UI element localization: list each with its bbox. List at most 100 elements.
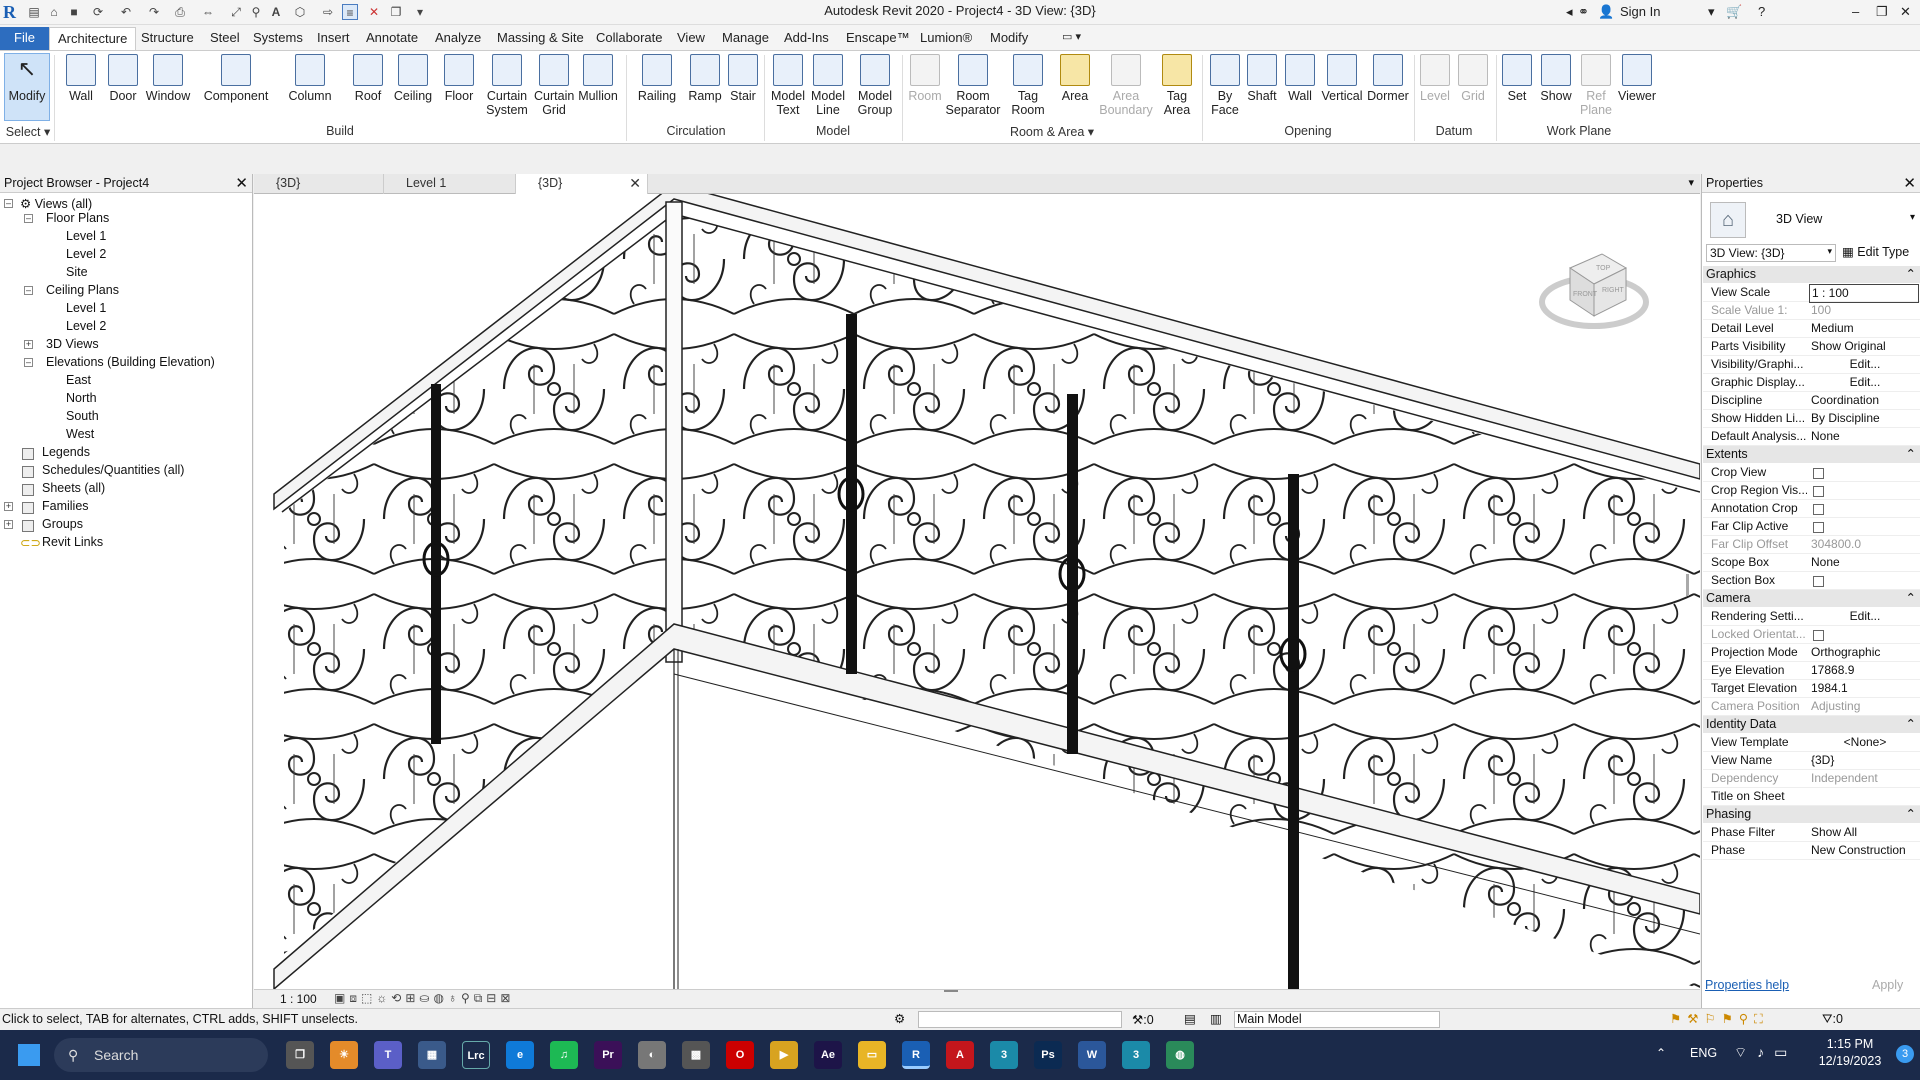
editable-count[interactable]: ⚒:0 <box>1132 1012 1154 1027</box>
ceiling-button[interactable]: Ceiling <box>392 54 434 103</box>
exclude-options-icon[interactable]: ▥ <box>1210 1011 1222 1026</box>
close-hidden-icon[interactable]: ✕ <box>366 4 382 20</box>
property-row[interactable]: Section Box <box>1703 572 1920 590</box>
workset-dropdown[interactable] <box>918 1011 1122 1028</box>
sketch-icon[interactable]: ▩ <box>682 1041 710 1069</box>
property-value[interactable]: Edit... <box>1809 356 1919 373</box>
property-value[interactable]: Show Original <box>1809 338 1919 355</box>
property-row[interactable]: Detail Level Medium <box>1703 320 1920 338</box>
set-work-plane-button[interactable]: Set <box>1500 54 1534 103</box>
tree-item-north[interactable]: North <box>66 391 97 405</box>
collapse-toggle[interactable]: – <box>24 214 33 223</box>
property-checkbox[interactable] <box>1813 504 1824 515</box>
lightroom-icon[interactable]: Lrc <box>462 1041 490 1069</box>
tab-view[interactable]: View <box>669 27 713 50</box>
edge-icon[interactable]: e <box>506 1041 534 1069</box>
property-row[interactable]: Far Clip Active <box>1703 518 1920 536</box>
property-row[interactable]: Scale Value 1: 100 <box>1703 302 1920 320</box>
show-hidden-icons[interactable]: ⌃ <box>1656 1046 1666 1060</box>
selection-toggle-icons[interactable]: ⚑⚒⚐⚑⚲⛶ <box>1670 1011 1769 1027</box>
opening-wall-button[interactable]: Wall <box>1282 54 1318 103</box>
tab-lumion[interactable]: Lumion® <box>912 27 980 50</box>
design-option-dropdown[interactable]: Main Model <box>1234 1011 1440 1028</box>
tree-item-south[interactable]: South <box>66 409 99 423</box>
close-icon[interactable]: ✕ <box>1903 174 1916 192</box>
close-window-icon[interactable]: ✕ <box>1900 4 1911 20</box>
property-checkbox[interactable] <box>1813 486 1824 497</box>
teams-icon[interactable]: T <box>374 1041 402 1069</box>
property-value[interactable]: {3D} <box>1809 752 1919 769</box>
level-button[interactable]: Level <box>1416 54 1454 103</box>
close-icon[interactable]: ✕ <box>235 174 248 192</box>
room-area-panel-label[interactable]: Room & Area ▾ <box>906 124 1198 139</box>
select-panel-label[interactable]: Select ▾ <box>4 124 52 139</box>
tree-item-elevations[interactable]: Elevations (Building Elevation) <box>46 355 215 369</box>
property-row[interactable]: Phase New Construction <box>1703 842 1920 860</box>
property-value[interactable]: 1984.1 <box>1809 680 1919 697</box>
tab-menu-icon[interactable]: ▾ <box>1688 176 1694 189</box>
wall-button[interactable]: Wall <box>64 54 98 103</box>
property-value[interactable]: New Construction <box>1809 842 1919 859</box>
ribbon-options-icon[interactable]: ▭ ▾ <box>1054 27 1089 50</box>
property-value[interactable]: Coordination <box>1809 392 1919 409</box>
tree-item-site[interactable]: Site <box>66 265 88 279</box>
view-scrollbar[interactable] <box>1686 574 1689 596</box>
property-row[interactable]: Rendering Setti... Edit... <box>1703 608 1920 626</box>
tree-item-schedules[interactable]: Schedules/Quantities (all) <box>42 463 184 477</box>
view-scale[interactable]: 1 : 100 <box>280 992 317 1006</box>
taskbar-time[interactable]: 1:15 PM <box>1820 1037 1880 1051</box>
expand-toggle[interactable]: + <box>4 520 13 529</box>
model-group-button[interactable]: Model Group <box>852 54 898 117</box>
autocad-icon[interactable]: A <box>946 1041 974 1069</box>
open-icon[interactable]: ▤ <box>26 4 42 20</box>
tab-structure[interactable]: Structure <box>133 27 202 50</box>
tree-item-groups[interactable]: Groups <box>42 517 83 531</box>
file-explorer-icon[interactable]: ▭ <box>858 1041 886 1069</box>
room-button[interactable]: Room <box>906 54 944 103</box>
view-tab-3d-1[interactable]: {3D} <box>254 174 384 194</box>
instance-selector[interactable]: 3D View: {3D} ▾ <box>1706 244 1836 262</box>
edit-type-button[interactable]: ▦ Edit Type <box>1842 244 1909 259</box>
railing-button[interactable]: Railing <box>632 54 682 103</box>
3d-view-icon[interactable]: ⬡ <box>292 4 308 20</box>
opera-icon[interactable]: O <box>726 1041 754 1069</box>
property-value[interactable]: None <box>1809 428 1919 445</box>
tree-item-fp-level1[interactable]: Level 1 <box>66 229 106 243</box>
group-graphics[interactable]: Graphics ⌃ <box>1703 266 1920 283</box>
tree-item-west[interactable]: West <box>66 427 94 441</box>
property-checkbox[interactable] <box>1813 630 1824 641</box>
save-icon[interactable]: ■ <box>66 4 82 20</box>
ramp-button[interactable]: Ramp <box>686 54 724 103</box>
system-tray-icons[interactable]: ⌔♪▭ <box>1734 1044 1797 1062</box>
property-value[interactable]: Edit... <box>1809 374 1919 391</box>
view-control-icons[interactable]: ▣⧈⬚☼⟲⊞⛀◍♁⚲⧉⊟⊠ <box>334 991 514 1006</box>
app-icon[interactable]: ◐ <box>638 1041 666 1069</box>
help-icon[interactable]: ? <box>1758 4 1765 19</box>
property-value[interactable]: 1 : 100 <box>1809 284 1919 303</box>
property-value[interactable]: By Discipline <box>1809 410 1919 427</box>
model-text-button[interactable]: Model Text <box>768 54 808 117</box>
undo-icon[interactable]: ↶ <box>118 4 134 20</box>
spotify-icon[interactable]: ♫ <box>550 1041 578 1069</box>
property-row[interactable]: Crop View <box>1703 464 1920 482</box>
model-line-button[interactable]: Model Line <box>808 54 848 117</box>
property-value[interactable]: Edit... <box>1809 608 1919 625</box>
shaft-button[interactable]: Shaft <box>1244 54 1280 103</box>
tree-item-sheets[interactable]: Sheets (all) <box>42 481 105 495</box>
viewcube-icon[interactable]: TOP FRONT RIGHT <box>1530 234 1660 344</box>
property-row[interactable]: Title on Sheet <box>1703 788 1920 806</box>
tab-add-ins[interactable]: Add-Ins <box>776 27 837 50</box>
vertical-button[interactable]: Vertical <box>1320 54 1364 103</box>
properties-help-link[interactable]: Properties help <box>1705 978 1789 992</box>
customize-qat-icon[interactable]: ▾ <box>412 4 428 20</box>
switch-windows-icon[interactable]: ❐ <box>388 4 404 20</box>
3dsmax-icon[interactable]: 3 <box>990 1041 1018 1069</box>
tree-item-fp-level2[interactable]: Level 2 <box>66 247 106 261</box>
worksets-icon[interactable]: ⚙ <box>894 1011 905 1026</box>
windows-start-icon[interactable] <box>18 1044 40 1066</box>
premiere-icon[interactable]: Pr <box>594 1041 622 1069</box>
after-effects-icon[interactable]: Ae <box>814 1041 842 1069</box>
tab-analyze[interactable]: Analyze <box>427 27 489 50</box>
expand-toggle[interactable]: + <box>4 502 13 511</box>
taskbar-date[interactable]: 12/19/2023 <box>1808 1054 1892 1068</box>
